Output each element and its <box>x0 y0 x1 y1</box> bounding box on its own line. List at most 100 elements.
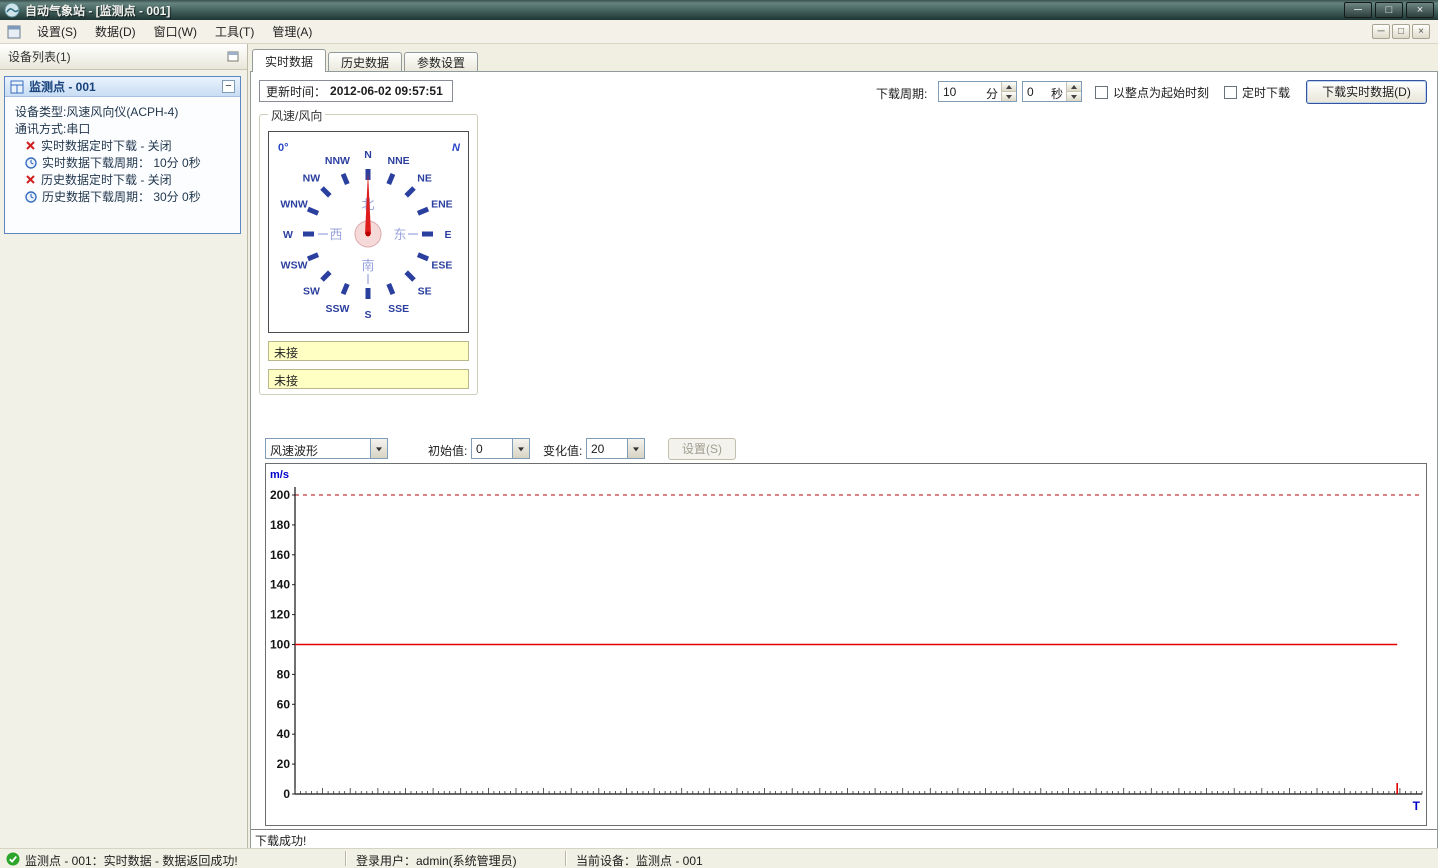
svg-text:120: 120 <box>270 608 290 622</box>
minutes-down-icon[interactable] <box>1002 92 1016 101</box>
svg-text:200: 200 <box>270 488 290 502</box>
seconds-spin-buttons <box>1066 82 1081 101</box>
initial-value-label: 初始值: <box>428 444 468 458</box>
device-info-text: 设备类型:风速风向仪(ACPH-4) <box>15 105 179 119</box>
compass-dir-WSW: WSW <box>281 260 308 272</box>
window-controls: ─ □ × <box>1344 2 1434 18</box>
red-x-icon <box>26 141 35 150</box>
start-on-hour-checkbox-box[interactable] <box>1095 86 1108 99</box>
compass-dir-ESE: ESE <box>431 260 452 272</box>
menu-item-3[interactable]: 窗口(W) <box>145 20 206 43</box>
svg-text:180: 180 <box>270 518 290 532</box>
mdi-close-button[interactable]: × <box>1412 24 1430 39</box>
device-title: 监测点 - 001 <box>29 80 96 94</box>
change-value-select[interactable]: 20 <box>586 438 645 459</box>
menu-item-4[interactable]: 工具(T) <box>206 20 263 43</box>
mdi-minimize-button[interactable]: ─ <box>1372 24 1390 39</box>
minutes-value[interactable]: 10 <box>939 82 986 101</box>
device-info-line: 设备类型:风速风向仪(ACPH-4) <box>5 103 240 120</box>
collapse-button[interactable]: − <box>222 80 235 93</box>
tab-1[interactable]: 实时数据 <box>252 49 327 72</box>
device-info-line: 历史数据定时下载 - 关闭 <box>5 171 240 188</box>
tab-2[interactable]: 历史数据 <box>328 52 403 71</box>
menu-item-1[interactable]: 设置(S) <box>28 20 86 43</box>
seconds-down-icon[interactable] <box>1067 92 1081 101</box>
initial-value-select[interactable]: 0 <box>471 438 530 459</box>
status-separator <box>345 851 347 866</box>
compass-dir-W: W <box>283 229 293 241</box>
update-time-label: 更新时间： <box>266 84 327 99</box>
compass-dir-N: N <box>364 149 372 161</box>
wind-groupbox: 风速/风向 0°N北东南西NNNENEENEEESESESSESSSWSWWSW… <box>259 107 478 395</box>
change-value: 20 <box>591 442 605 456</box>
status-separator <box>565 851 567 866</box>
window-title: 自动气象站 - [监测点 - 001] <box>25 3 171 18</box>
clock-icon <box>25 156 37 169</box>
waveform-select[interactable]: 风速波形 <box>265 438 388 459</box>
title-bar: 自动气象站 - [监测点 - 001] ─ □ × <box>0 0 1438 20</box>
wind-speed-chart: m/s 0 20 40 60 80 100 120 140 160 180 200 T <box>265 463 1427 826</box>
menu-item-2[interactable]: 数据(D) <box>86 20 145 43</box>
minutes-up-icon[interactable] <box>1002 82 1016 92</box>
compass-cn-bottom: 南 <box>361 258 374 273</box>
svg-text:140: 140 <box>270 578 290 592</box>
initial-dropdown-icon[interactable] <box>512 439 529 458</box>
device-panel: 监测点 - 001 − 设备类型:风速风向仪(ACPH-4) 通讯方式:串口 实时数… <box>4 76 241 234</box>
main-content: 更新时间： 2012-06-02 09:57:51 下载周期: 10 分 0 秒… <box>250 71 1438 848</box>
child-window-icon <box>7 25 21 39</box>
waveform-dropdown-icon[interactable] <box>370 439 387 458</box>
menu-bar: 设置(S) 数据(D) 窗口(W) 工具(T) 管理(A) ─ □ × <box>0 20 1438 44</box>
svg-text:160: 160 <box>270 548 290 562</box>
close-button[interactable]: × <box>1406 2 1434 18</box>
change-dropdown-icon[interactable] <box>627 439 644 458</box>
compass-north-ref-label: N <box>452 142 461 154</box>
change-value-label: 变化值: <box>543 444 583 458</box>
compass-dir-NE: NE <box>417 172 432 184</box>
seconds-value[interactable]: 0 <box>1023 82 1051 101</box>
tab-3[interactable]: 参数设置 <box>404 52 479 71</box>
tab-strip: 实时数据 历史数据 参数设置 <box>252 49 480 72</box>
timed-download-checkbox[interactable]: 定时下载 <box>1224 84 1290 101</box>
seconds-up-icon[interactable] <box>1067 82 1081 92</box>
svg-text:20: 20 <box>277 757 291 771</box>
compass-dir-SW: SW <box>303 286 320 298</box>
mdi-restore-button[interactable]: □ <box>1392 24 1410 39</box>
svg-text:100: 100 <box>270 638 290 652</box>
status-message: 监测点 - 001：实时数据 - 数据返回成功! <box>25 854 238 868</box>
device-info-line: 实时数据下载周期： 10分 0秒 <box>5 154 240 171</box>
maximize-button[interactable]: □ <box>1375 2 1403 18</box>
sidebar: 设备列表(1) 监测点 - 001 − 设备类型:风速风向仪(ACPH-4) 通讯… <box>0 44 248 848</box>
mdi-window-controls: ─ □ × <box>1372 24 1434 39</box>
clock-icon <box>25 190 37 203</box>
wind-direction-field: 未接 <box>268 369 469 389</box>
menu-item-5[interactable]: 管理(A) <box>263 20 321 43</box>
status-login-user: 登录用户：admin(系统管理员) <box>356 854 517 868</box>
status-current-device: 当前设备：监测点 - 001 <box>576 854 703 868</box>
seconds-spinner[interactable]: 0 秒 <box>1022 81 1082 102</box>
initial-value: 0 <box>476 442 483 456</box>
timed-download-checkbox-box[interactable] <box>1224 86 1237 99</box>
panel-windows-icon[interactable] <box>227 51 239 62</box>
device-panel-header[interactable]: 监测点 - 001 − <box>5 77 240 97</box>
compass-cn-right: 东 <box>393 227 406 242</box>
app-window: 自动气象站 - [监测点 - 001] ─ □ × 设置(S) 数据(D) 窗口(W… <box>0 0 1438 868</box>
app-icon <box>4 2 20 18</box>
waveform-select-value: 风速波形 <box>270 444 319 458</box>
start-on-hour-checkbox[interactable]: 以整点为起始时刻 <box>1095 84 1209 101</box>
download-realtime-button[interactable]: 下载实时数据(D) <box>1306 80 1427 104</box>
device-info-text: 历史数据下载周期： 30分 0秒 <box>42 190 201 204</box>
compass-dir-E: E <box>444 229 451 241</box>
minutes-unit-label: 分 <box>986 87 999 101</box>
compass-dir-WNW: WNW <box>280 198 307 210</box>
device-list-title: 设备列表(1) <box>8 50 71 64</box>
device-info-line: 实时数据定时下载 - 关闭 <box>5 137 240 154</box>
success-check-icon <box>6 852 20 866</box>
settings-button[interactable]: 设置(S) <box>668 438 736 460</box>
wind-speed-field: 未接 <box>268 341 469 361</box>
red-x-icon <box>26 175 35 184</box>
minutes-spinner[interactable]: 10 分 <box>938 81 1017 102</box>
compass-dir-ENE: ENE <box>431 198 453 210</box>
compass-dir-NNW: NNW <box>325 155 350 167</box>
minimize-button[interactable]: ─ <box>1344 2 1372 18</box>
device-info-line: 通讯方式:串口 <box>5 120 240 137</box>
